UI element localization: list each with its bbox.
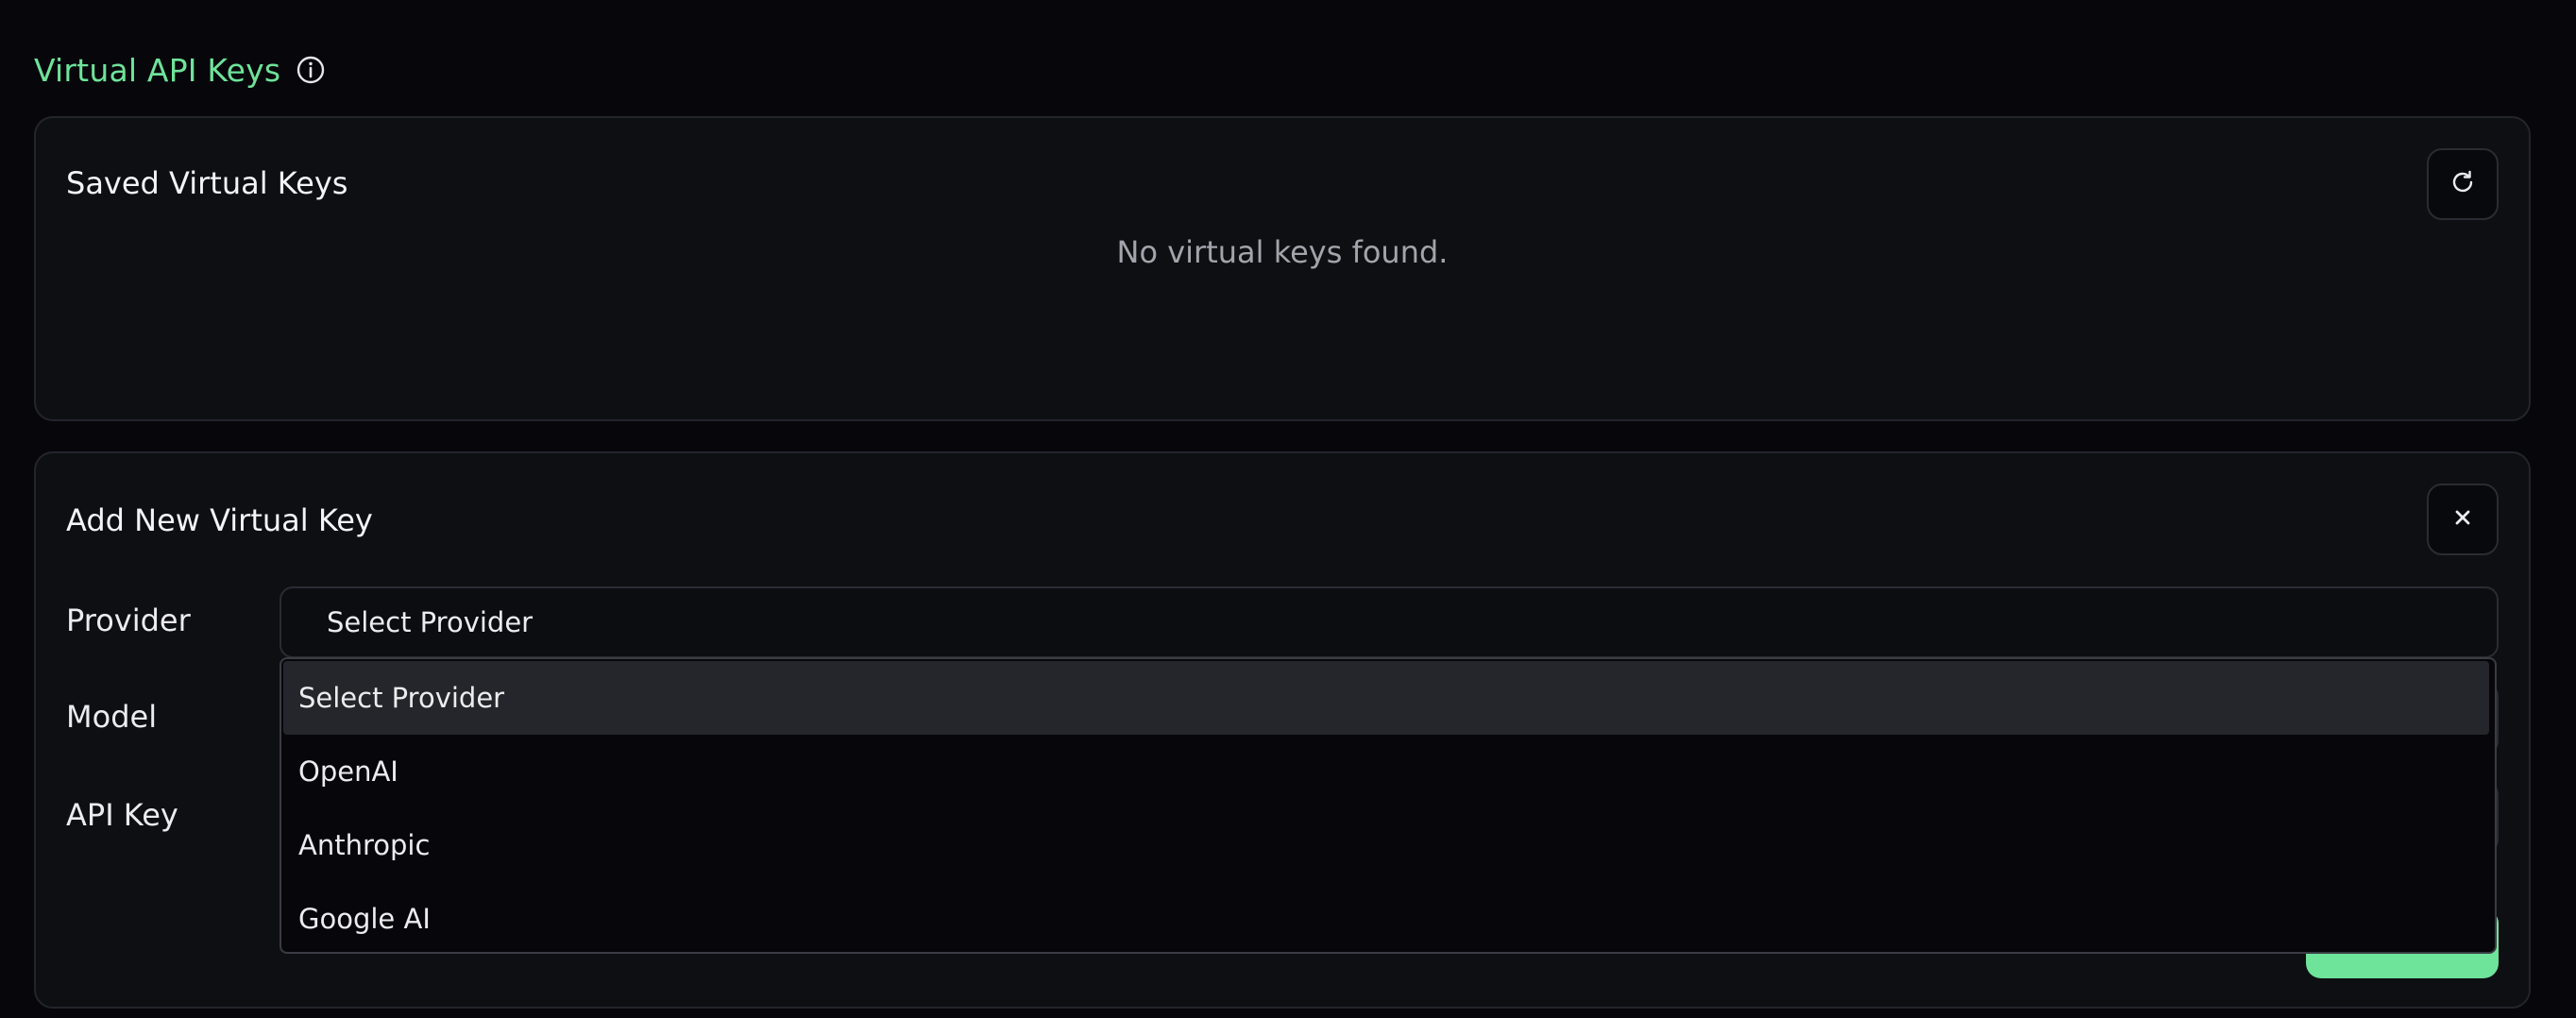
provider-dropdown-list: Select Provider OpenAI Anthropic Google … [280,657,2497,954]
close-icon [2450,505,2475,534]
provider-select[interactable]: Select Provider [280,586,2499,658]
provider-option-select[interactable]: Select Provider [283,661,2489,735]
empty-state-message: No virtual keys found. [1116,234,1449,270]
provider-option-google[interactable]: Google AI [283,882,2489,956]
api-key-label: API Key [66,797,178,833]
info-icon[interactable] [296,55,326,85]
provider-select-value: Select Provider [327,606,534,638]
refresh-button[interactable] [2427,148,2499,220]
refresh-icon [2449,168,2477,200]
provider-label: Provider [66,602,191,638]
page-title: Virtual API Keys [34,51,281,89]
provider-option-anthropic[interactable]: Anthropic [283,808,2489,882]
model-label: Model [66,699,158,735]
close-button[interactable] [2427,484,2499,555]
add-key-title: Add New Virtual Key [66,502,373,538]
page-header: Virtual API Keys [34,47,326,93]
saved-keys-card: Saved Virtual Keys No virtual keys found… [34,116,2531,421]
provider-option-openai[interactable]: OpenAI [283,735,2489,808]
saved-keys-title: Saved Virtual Keys [66,165,348,201]
